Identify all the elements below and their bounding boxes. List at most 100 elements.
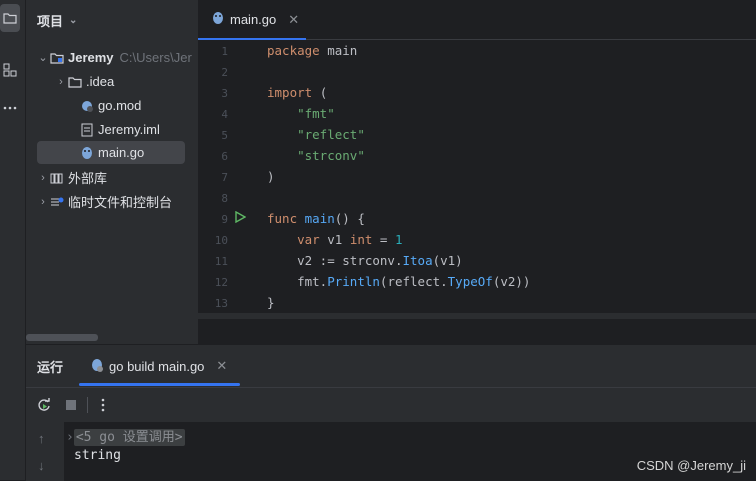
code-token: = — [379, 232, 388, 247]
line-number: 11 — [214, 255, 228, 268]
tree-item-idea[interactable]: › .idea — [55, 70, 114, 93]
folded-calls-label: <5 go 设置调用> — [73, 429, 185, 446]
code-token: } — [267, 295, 275, 310]
code-token: v1 — [327, 232, 343, 247]
chevron-right-icon: › — [41, 171, 45, 184]
run-panel-title: 运行 — [37, 360, 64, 375]
tree-item-label: 临时文件和控制台 — [68, 195, 173, 210]
go-build-icon — [91, 358, 103, 375]
code-token: func — [267, 211, 298, 226]
line-number: 12 — [214, 276, 228, 289]
tree-root-label: Jeremy — [68, 50, 114, 65]
tree-root-path: C:\Users\Jer — [119, 50, 192, 65]
rerun-button[interactable] — [35, 396, 53, 414]
chevron-right-icon: › — [59, 75, 63, 88]
tab-main-go[interactable]: main.go ✕ — [198, 0, 306, 40]
arrow-down-icon[interactable]: ↓ — [38, 458, 45, 473]
more-tools-button[interactable] — [0, 94, 20, 122]
code-line-5[interactable]: "reflect" — [267, 127, 365, 142]
chevron-right-icon: › — [66, 430, 74, 445]
code-token: ) — [267, 169, 275, 184]
line-number: 8 — [221, 192, 228, 205]
code-token: strconv. — [342, 253, 403, 268]
code-line-1[interactable]: package main — [267, 43, 357, 58]
code-token: main — [304, 211, 335, 226]
stop-button[interactable] — [62, 396, 80, 414]
tree-item-main-go[interactable]: main.go — [37, 141, 185, 164]
code-token: import — [267, 85, 313, 100]
structure-tool-button[interactable] — [0, 56, 20, 84]
tree-item-scratches-consoles[interactable]: › 临时文件和控制台 — [37, 190, 172, 213]
code-line-12[interactable]: fmt.Println(reflect.TypeOf(v2)) — [267, 274, 530, 289]
code-token: "fmt" — [297, 106, 335, 121]
code-token: package — [267, 43, 320, 58]
chevron-right-icon: › — [41, 195, 45, 208]
code-token: (v1) — [432, 253, 463, 268]
editor-area: main.go ✕ 1 2 3 4 5 6 7 8 9 10 11 12 13 … — [198, 0, 756, 344]
code-token: var — [297, 232, 320, 247]
code-line-13[interactable]: } — [267, 295, 275, 310]
code-token: reflect. — [387, 274, 448, 289]
code-line-10[interactable]: var v1 int = 1 — [267, 232, 402, 247]
tree-item-label: .idea — [86, 74, 115, 89]
close-icon[interactable]: ✕ — [288, 12, 299, 28]
editor-horizontal-scrollbar[interactable] — [198, 313, 756, 319]
code-token: TypeOf — [447, 274, 493, 289]
run-tab-go-build[interactable]: go build main.go ✕ — [79, 345, 240, 387]
iml-file-icon — [79, 122, 95, 138]
close-icon[interactable]: ✕ — [216, 358, 227, 374]
tree-root-jeremy[interactable]: ⌄ Jeremy C:\Users\Jer — [37, 46, 192, 69]
tab-label: main.go — [230, 12, 277, 27]
more-options-button[interactable] — [94, 396, 112, 414]
code-token: Println — [327, 274, 380, 289]
line-number: 13 — [214, 297, 228, 310]
code-line-4[interactable]: "fmt" — [267, 106, 335, 121]
go-file-icon — [79, 145, 95, 161]
project-horizontal-scrollbar[interactable] — [26, 334, 98, 341]
more-icon — [3, 106, 17, 110]
tree-item-label: go.mod — [98, 98, 142, 113]
code-token: ( — [319, 85, 328, 100]
project-panel-header[interactable]: 项目 ⌄ — [37, 10, 77, 30]
code-token: (v2)) — [492, 274, 531, 289]
project-panel: 项目 ⌄ ⌄ Jeremy C:\Users\Jer › .idea go.mo… — [26, 0, 198, 344]
tree-item-go-mod[interactable]: go.mod — [79, 94, 141, 117]
tree-item-jeremy-iml[interactable]: Jeremy.iml — [79, 118, 160, 141]
code-line-7[interactable]: ) — [267, 169, 275, 184]
code-token: () { — [334, 211, 365, 226]
folder-icon — [67, 74, 83, 90]
tree-item-external-libraries[interactable]: › 外部库 — [37, 166, 107, 189]
code-token: fmt. — [297, 274, 328, 289]
rerun-icon — [38, 398, 50, 411]
structure-icon — [3, 63, 17, 77]
folder-icon — [3, 13, 17, 24]
code-line-9[interactable]: func main() { — [267, 211, 365, 226]
line-number: 4 — [221, 108, 228, 121]
run-toolbar — [26, 387, 756, 423]
code-token: Itoa — [402, 253, 433, 268]
editor-tab-bar: main.go ✕ — [198, 0, 756, 40]
code-line-11[interactable]: v2 := strconv.Itoa(v1) — [267, 253, 463, 268]
code-line-6[interactable]: "strconv" — [267, 148, 365, 163]
console-folded-line[interactable]: › <5 go 设置调用> — [66, 426, 185, 446]
line-number: 7 — [221, 171, 228, 184]
line-number-gutter: 1 2 3 4 5 6 7 8 9 10 11 12 13 — [198, 40, 264, 314]
project-header-label: 项目 — [37, 13, 64, 29]
vertical-more-icon — [101, 398, 105, 412]
watermark: CSDN @Jeremy_ji — [636, 458, 746, 473]
tree-item-label: main.go — [98, 145, 145, 160]
code-token: main — [327, 43, 358, 58]
chevron-down-icon: ⌄ — [38, 52, 48, 64]
code-line-3[interactable]: import ( — [267, 85, 327, 100]
line-number: 1 — [221, 45, 228, 58]
go-mod-file-icon — [79, 98, 95, 114]
tree-item-label: Jeremy.iml — [98, 122, 160, 137]
arrow-up-icon[interactable]: ↑ — [38, 431, 45, 446]
active-run-tab-indicator — [79, 383, 240, 386]
project-tool-button[interactable] — [0, 4, 20, 32]
code-token: "strconv" — [297, 148, 365, 163]
code-token: v2 := — [297, 253, 335, 268]
run-gutter-icon[interactable] — [234, 210, 247, 228]
module-folder-icon — [49, 50, 65, 66]
line-number: 6 — [221, 150, 228, 163]
